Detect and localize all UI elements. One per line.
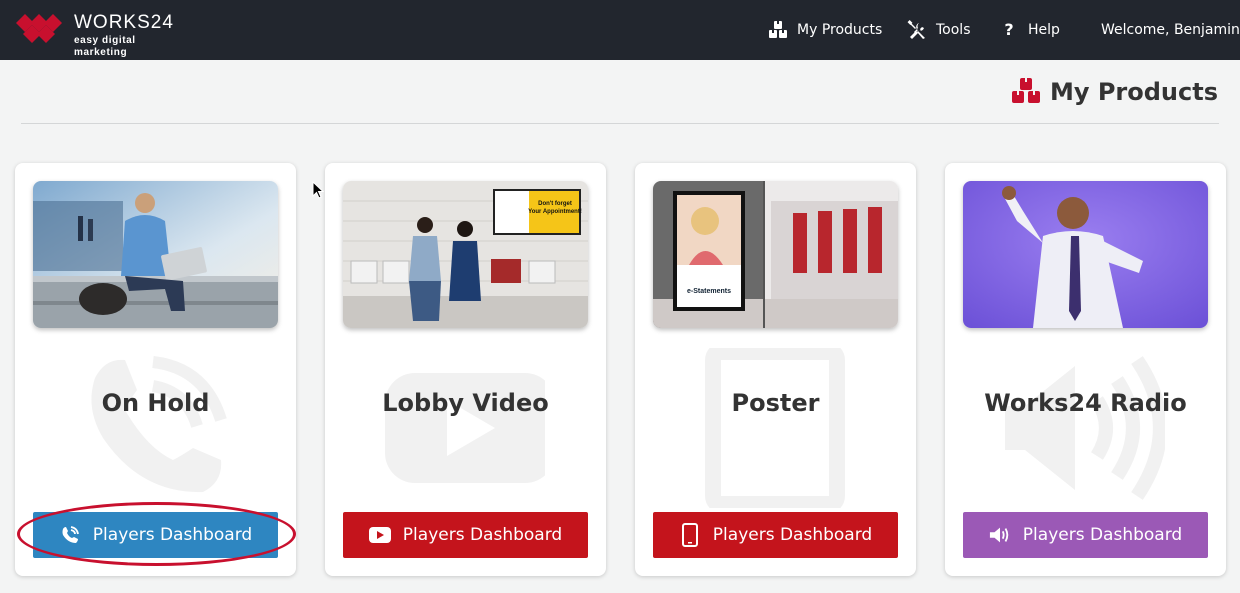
tablet-icon	[679, 523, 701, 547]
card-title: Lobby Video	[382, 389, 549, 417]
welcome-text: Welcome, Benjamin	[1101, 22, 1240, 38]
nav-my-products[interactable]: My Products	[767, 19, 882, 41]
phone-icon	[91, 356, 227, 493]
card-title: Poster	[731, 389, 820, 417]
works24-logo[interactable]: WORKS24 easy digital marketing	[16, 12, 186, 58]
card-title: On Hold	[101, 389, 210, 417]
header-divider	[21, 123, 1219, 124]
nav-help[interactable]: ? Help	[998, 19, 1060, 41]
logo-wordmark: WORKS24	[74, 12, 174, 33]
nav-tools-label: Tools	[936, 22, 971, 38]
button-label: Players Dashboard	[402, 525, 563, 545]
product-card-lobby-video: Don't forget Your Appointment! Lobby Vid…	[325, 163, 606, 576]
tablet-icon	[705, 348, 845, 508]
boxes-icon	[1011, 78, 1040, 106]
speaker-icon	[1005, 356, 1165, 500]
nav-tools[interactable]: Tools	[906, 19, 971, 41]
boxes-icon	[767, 19, 789, 41]
question-icon: ?	[1004, 20, 1014, 39]
players-dashboard-button-works24-radio[interactable]: Players Dashboard	[963, 512, 1208, 558]
players-dashboard-button-poster[interactable]: Players Dashboard	[653, 512, 898, 558]
logo-tagline: easy digital marketing	[74, 35, 136, 58]
product-card-on-hold: On Hold Players Dashboard	[15, 163, 296, 576]
sign-line-2: Your Appointment!	[528, 209, 582, 215]
poster-image: e-Statements	[653, 181, 898, 328]
page-title: My Products	[1049, 78, 1218, 106]
button-label: Players Dashboard	[1022, 525, 1183, 545]
players-dashboard-button-on-hold[interactable]: Players Dashboard	[33, 512, 278, 558]
poster-headline: e-Statements	[687, 288, 731, 295]
mouse-cursor-icon	[312, 181, 324, 199]
speaker-icon	[989, 524, 1011, 546]
button-label: Players Dashboard	[712, 525, 873, 545]
tools-icon	[906, 19, 928, 41]
lobby-video-image: Don't forget Your Appointment!	[343, 181, 588, 328]
youtube-icon	[385, 373, 545, 483]
nav-help-label: Help	[1028, 22, 1060, 38]
product-card-poster: e-Statements Poster Players Dashboard	[635, 163, 916, 576]
nav-my-products-label: My Products	[797, 22, 883, 38]
card-title: Works24 Radio	[984, 389, 1187, 417]
sign-line-1: Don't forget	[538, 201, 572, 207]
button-label: Players Dashboard	[92, 525, 253, 545]
youtube-icon	[368, 524, 391, 546]
top-navbar: WORKS24 easy digital marketing My Produc…	[0, 0, 1240, 60]
logo-diamonds-icon	[16, 14, 62, 43]
works24-radio-image	[963, 181, 1208, 328]
players-dashboard-button-lobby-video[interactable]: Players Dashboard	[343, 512, 588, 558]
product-card-works24-radio: Works24 Radio Players Dashboard	[945, 163, 1226, 576]
phone-icon	[59, 524, 81, 546]
page-header: My Products	[1011, 76, 1218, 108]
on-hold-image	[33, 181, 278, 328]
welcome-user[interactable]: Welcome, Benjamin	[1101, 19, 1240, 41]
